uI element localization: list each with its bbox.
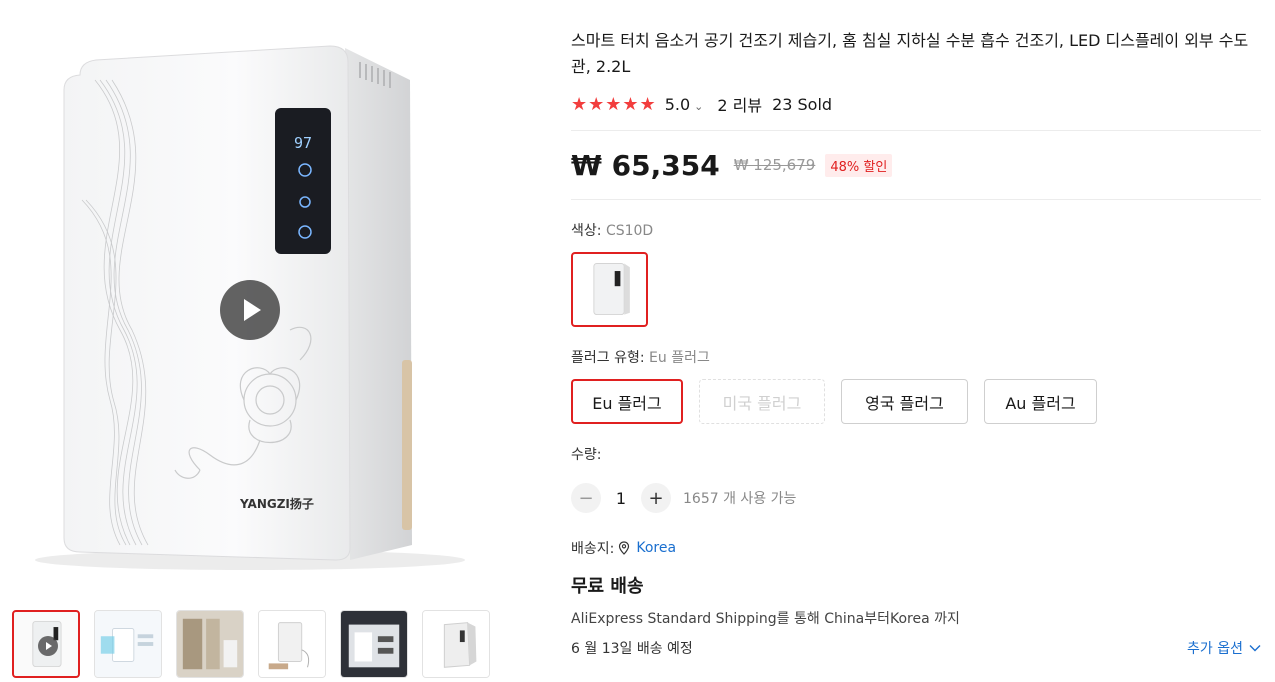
plug-option-label: 플러그 유형: Eu 플러그 xyxy=(571,347,1261,367)
ship-to-row: 배송지: Korea xyxy=(571,538,1261,558)
plug-uk-button[interactable]: 영국 플러그 xyxy=(841,379,968,424)
original-price: ₩ 125,679 xyxy=(733,156,816,174)
sold-count: 23 Sold xyxy=(772,94,833,114)
plug-eu-button[interactable]: Eu 플러그 xyxy=(571,379,683,424)
thumbnail-4[interactable] xyxy=(258,610,326,678)
current-price: ₩ 65,354 xyxy=(571,148,720,182)
shipping-method: AliExpress Standard Shipping를 통해 China부터… xyxy=(571,611,960,627)
chevron-down-icon xyxy=(1249,645,1261,652)
color-swatch-cs10d[interactable] xyxy=(571,252,648,327)
plug-options: Eu 플러그 미국 플러그 영국 플러그 Au 플러그 xyxy=(571,379,1261,424)
quantity-label: 수량: xyxy=(571,447,602,463)
product-info: 스마트 터치 음소거 공기 건조기 제습기, 홈 침실 지하실 수분 흡수 건조… xyxy=(571,28,1261,658)
rating-value: 5.0 xyxy=(664,94,691,114)
product-title: 스마트 터치 음소거 공기 건조기 제습기, 홈 침실 지하실 수분 흡수 건조… xyxy=(571,31,1249,76)
more-options-label: 추가 옵션 xyxy=(1187,641,1243,657)
main-product-image[interactable]: 97 YANGZI扬子 xyxy=(0,0,505,600)
rating-dropdown[interactable]: 5.0 ⌄ xyxy=(665,95,704,114)
thumbnail-3[interactable] xyxy=(176,610,244,678)
quantity-decrease-button[interactable]: − xyxy=(571,483,601,513)
color-value: CS10D xyxy=(605,223,654,239)
price-row: ₩ 65,354 ₩ 125,679 48% 할인 xyxy=(571,131,1261,199)
play-icon xyxy=(38,636,58,656)
delivery-estimate: 6 월 13일 배송 예정 xyxy=(571,641,693,657)
ship-to-label: 배송지: xyxy=(571,541,615,557)
reviews-link[interactable]: 2 리뷰 xyxy=(717,92,762,116)
quantity-value[interactable]: 1 xyxy=(601,489,641,508)
brand-logo: YANGZI扬子 xyxy=(239,496,314,511)
plug-label: 플러그 유형: xyxy=(571,350,650,366)
play-icon xyxy=(244,299,261,321)
color-option-label: 색상: CS10D xyxy=(571,220,1261,240)
stock-available: 1657 개 사용 가능 xyxy=(683,491,797,507)
delivery-row: 6 월 13일 배송 예정 추가 옵션 xyxy=(571,638,1261,658)
rating-row: ★★★★★ 5.0 ⌄ 2 리뷰 23 Sold xyxy=(571,92,1261,116)
thumbnail-6[interactable] xyxy=(422,610,490,678)
thumbnail-video[interactable] xyxy=(12,610,80,678)
display-digits: 97 xyxy=(294,134,312,152)
free-shipping-title: 무료 배송 xyxy=(571,576,644,597)
play-button[interactable] xyxy=(220,280,280,340)
plug-value: Eu 플러그 xyxy=(649,350,710,366)
thumbnail-5[interactable] xyxy=(340,610,408,678)
chevron-down-icon: ⌄ xyxy=(694,99,704,113)
more-options-link[interactable]: 추가 옵션 xyxy=(1187,638,1261,658)
quantity-stepper: − 1 + 1657 개 사용 가능 xyxy=(571,482,1261,514)
plug-au-button[interactable]: Au 플러그 xyxy=(984,379,1097,424)
quantity-increase-button[interactable]: + xyxy=(641,483,671,513)
divider xyxy=(571,199,1261,200)
plug-us-button[interactable]: 미국 플러그 xyxy=(699,379,825,424)
discount-badge: 48% 할인 xyxy=(825,153,893,177)
star-rating: ★★★★★ xyxy=(571,93,657,115)
location-pin-icon xyxy=(619,541,630,555)
color-label: 색상: xyxy=(571,223,606,239)
thumbnail-2[interactable] xyxy=(94,610,162,678)
ship-to-country-link[interactable]: Korea xyxy=(636,540,676,556)
thumbnail-strip xyxy=(12,610,490,678)
